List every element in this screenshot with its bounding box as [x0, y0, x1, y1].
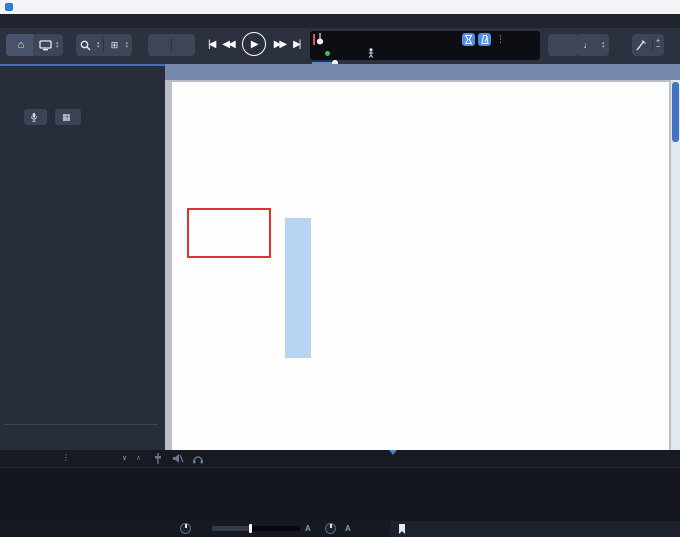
lyrics-button[interactable]: [24, 109, 47, 125]
zoom-stepper[interactable]: ▴▾: [97, 41, 100, 50]
location-indicator: [325, 51, 332, 56]
scrollbar-thumb[interactable]: [672, 82, 679, 142]
expand-button[interactable]: ∧: [136, 454, 141, 462]
master-volume-automation[interactable]: A: [305, 524, 311, 533]
tracks-menu[interactable]: ⋮: [62, 453, 70, 462]
fader-icon[interactable]: [152, 453, 164, 464]
transpose-stepper[interactable]: +−: [652, 39, 660, 51]
master-gain-knob[interactable]: [180, 523, 191, 534]
title-bar: [0, 0, 680, 14]
undo-redo-group: [148, 34, 195, 56]
track-color-bar: [313, 34, 315, 45]
fast-forward-button[interactable]: ▶▶: [274, 39, 285, 50]
score-view: [165, 64, 680, 450]
speed-note-icon: ♩: [580, 36, 596, 54]
chords-button[interactable]: ▦: [55, 109, 81, 125]
layout-icon[interactable]: ⊞: [107, 36, 123, 54]
master-pan-knob[interactable]: [325, 523, 336, 534]
score-scrollbar[interactable]: [671, 80, 680, 450]
go-to-end-button[interactable]: ▶|: [293, 39, 299, 50]
section-marker-zone: [390, 521, 680, 537]
speed-stepper[interactable]: ▴▾: [602, 41, 605, 50]
playhead-marker[interactable]: [389, 450, 397, 455]
display-mode-stepper[interactable]: ▴▾: [56, 41, 59, 50]
solo-all-icon[interactable]: [192, 453, 204, 464]
playback-status-row: [316, 48, 536, 58]
loop-icon: [555, 36, 571, 54]
guitar-icon: [316, 33, 325, 45]
track-mixer-panel: ⋮ ∨ ∧ A A: [0, 450, 680, 537]
home-button[interactable]: ⌂: [6, 34, 36, 56]
monitor-icon: [39, 40, 52, 51]
zoom-group: ▴▾ ⊞ ▴▾: [76, 34, 132, 56]
conductor-icon: [368, 48, 374, 58]
magnifier-icon: [80, 40, 91, 51]
loop-button[interactable]: [548, 34, 578, 56]
document-tab[interactable]: [165, 64, 680, 80]
metronome-icon: [481, 35, 489, 44]
track-info-display: ⋮: [310, 31, 540, 60]
score-page[interactable]: [172, 82, 669, 450]
master-volume-slider[interactable]: [212, 526, 300, 531]
menu-bar: [0, 14, 680, 28]
tuning-pen-icon: [636, 40, 646, 51]
playback-speed-group: ♩ ▴▾: [576, 34, 609, 56]
palette-footer: [5, 430, 160, 448]
edit-cursor: [285, 218, 311, 358]
guitar-pro-window: ⌂ ▴▾ ▴▾ ⊞ ▴▾ |◀ ◀◀ ▶ ▶▶ ▶|: [0, 0, 680, 537]
display-mode-group: ▴▾: [33, 34, 63, 56]
microphone-icon: [31, 113, 37, 122]
display-mode-button[interactable]: [37, 36, 53, 54]
collapse-button[interactable]: ∨: [122, 454, 127, 462]
selection-red-box: [187, 208, 271, 258]
bookmark-icon: [398, 524, 406, 534]
edit-palette-sidebar: ▦: [0, 66, 165, 450]
app-icon: [5, 3, 13, 11]
hourglass-icon: [465, 35, 472, 44]
go-to-start-button[interactable]: |◀: [208, 39, 214, 50]
transport-controls: |◀ ◀◀ ▶ ▶▶ ▶|: [208, 32, 299, 56]
transpose-group: +−: [632, 34, 664, 56]
countdown-button[interactable]: [462, 33, 475, 46]
mute-all-icon[interactable]: [172, 453, 184, 464]
undo-button[interactable]: [152, 36, 168, 54]
mixer-header: ⋮ ∨ ∧: [0, 450, 680, 468]
home-icon: ⌂: [13, 36, 29, 54]
main-toolbar: ⌂ ▴▾ ▴▾ ⊞ ▴▾ |◀ ◀◀ ▶ ▶▶ ▶|: [0, 28, 680, 64]
master-pan-automation[interactable]: A: [345, 524, 351, 533]
metronome-button[interactable]: [478, 33, 491, 46]
play-button[interactable]: ▶: [242, 32, 266, 56]
rewind-button[interactable]: ◀◀: [222, 39, 233, 50]
chord-grid-icon: ▦: [62, 112, 71, 123]
layout-stepper[interactable]: ▴▾: [126, 41, 129, 50]
redo-button[interactable]: [175, 36, 191, 54]
track-options-menu[interactable]: ⋮: [496, 34, 505, 45]
status-dot: [325, 51, 330, 56]
